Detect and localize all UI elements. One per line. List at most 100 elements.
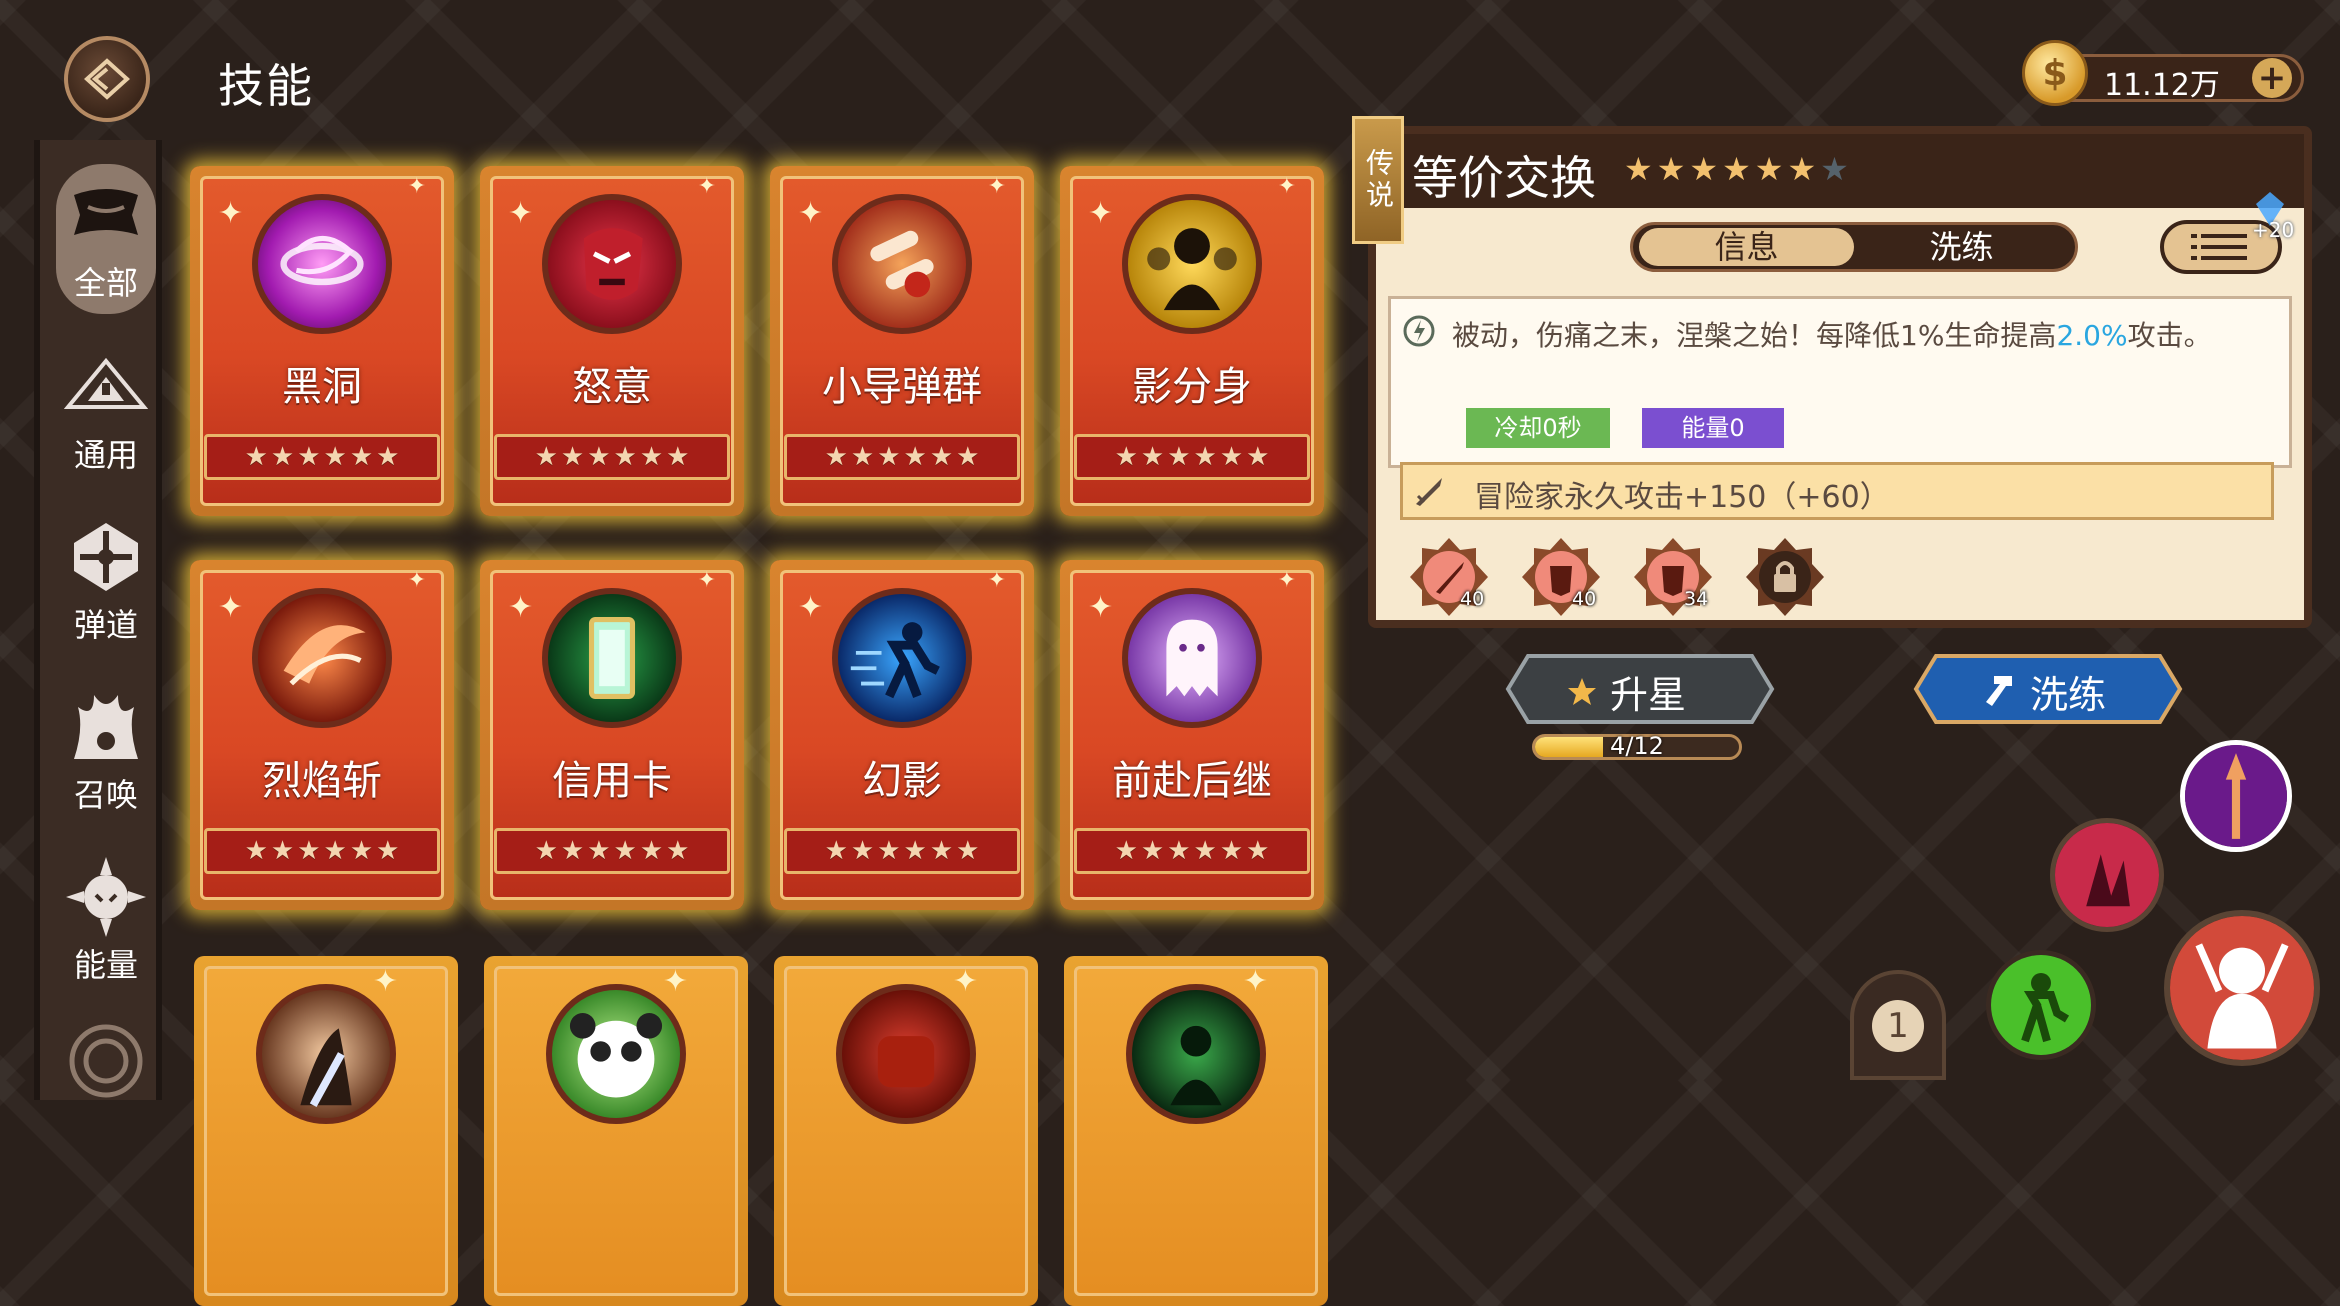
credit-card-icon [542,588,682,728]
skill-stars: ★ ★ ★ ★ ★ ★ [1074,828,1310,874]
projectile-icon [63,514,149,600]
lock-icon [1746,538,1824,616]
ability-orb-claw[interactable] [2050,818,2164,932]
sparkle-icon: ✦ [218,590,244,625]
skill-card[interactable]: ✦ [1064,956,1328,1306]
skill-name: 前赴后继 [1112,758,1272,804]
poison-figure-icon [1126,984,1266,1124]
skill-stars: ★ ★ ★ ★ ★ ★ [494,434,730,480]
rarity-tag: 传说 [1352,116,1404,244]
sidebar-item-label: 通用 [73,436,138,474]
skill-name: 怒意 [572,364,652,410]
skill-card[interactable]: ✦ [194,956,458,1306]
page-title: 技能 [218,59,314,113]
sidebar-item-projectile[interactable]: 弹道 [56,506,156,656]
skill-detail-title: 等价交换 [1412,151,1596,205]
skill-stars: ★ ★ ★ ★ ★ ★ [784,828,1020,874]
summon-icon [63,684,149,770]
skill-stars: ★ ★ ★ ★ ★ ★ [204,828,440,874]
black-hole-icon [252,194,392,334]
sidebar-item-all[interactable]: 全部 [56,164,156,314]
rune-level: 40 [1460,588,1485,610]
upstar-label: 升星 [1610,673,1687,717]
list-icon [2191,234,2247,260]
sparkle-icon: ✦ [798,590,824,625]
currency-amount: 11.12万 [2104,68,2220,103]
coin-icon: $ [2022,40,2088,106]
ghost-icon [1122,588,1262,728]
sparkle-icon: ✦ [987,568,1006,593]
skill-card[interactable]: ✦ ✦ 前赴后继 ★ ★ ★ ★ ★ ★ [1060,560,1324,910]
spiral-icon [63,1018,149,1104]
skill-name: 影分身 [1132,364,1252,410]
list-badge: +20 [2252,218,2295,242]
skill-card[interactable]: ✦ ✦ 黑洞 ★ ★ ★ ★ ★ ★ [190,166,454,516]
rune-slot[interactable]: 40 [1520,536,1602,618]
sidebar-item-more[interactable] [56,1010,156,1160]
sparkle-icon: ✦ [218,196,244,231]
skill-card[interactable]: ✦ [484,956,748,1306]
sparkle-icon: ✦ [987,174,1006,199]
rune-slot[interactable]: 34 [1632,536,1714,618]
sidebar-item-general[interactable]: 通用 [56,336,156,486]
energy-tag: 能量0 [1642,408,1784,448]
sidebar-item-summon[interactable]: 召唤 [56,676,156,826]
sidebar-item-label: 召唤 [73,776,138,814]
warrior-icon [2170,916,2314,1060]
skill-stars: ★ ★ ★ ★ ★ ★ [784,434,1020,480]
skill-name: 幻影 [862,758,942,804]
skill-name: 信用卡 [552,758,672,804]
skill-card[interactable]: ✦ ✦ 小导弹群 ★ ★ ★ ★ ★ ★ [770,166,1034,516]
skill-card[interactable]: ✦ ✦ 信用卡 ★ ★ ★ ★ ★ ★ [480,560,744,910]
rune-level: 40 [1572,588,1597,610]
sidebar-item-label: 能量 [73,946,138,984]
swordsman-icon [256,984,396,1124]
skill-stars: ★ ★ ★ ★ ★ ★ [1074,434,1310,480]
sparkle-icon: ✦ [697,174,716,199]
skill-name: 黑洞 [282,364,362,410]
ultimate-button[interactable] [2164,910,2320,1066]
add-currency-button[interactable]: + [2252,58,2292,98]
sparkle-icon: ✦ [407,568,426,593]
energy-icon [63,854,149,940]
flame-slash-icon [252,588,392,728]
sparkle-icon: ✦ [508,590,534,625]
sparkle-icon: ✦ [1277,174,1296,199]
sparkle-icon: ✦ [1277,568,1296,593]
ability-orb-runner[interactable] [1986,950,2096,1060]
all-skills-icon [63,172,149,258]
sparkle-icon: ✦ [1242,964,1268,999]
skill-name: 小导弹群 [822,364,982,410]
sparkle-icon: ✦ [372,964,398,999]
sidebar-item-label: 弹道 [73,606,138,644]
sparkle-icon: ✦ [407,174,426,199]
sword-icon [1416,478,1442,506]
rune-slot[interactable]: 40 [1408,536,1490,618]
passive-icon [1403,315,1435,347]
back-arrow-icon [84,58,130,100]
back-button[interactable] [64,36,150,122]
skill-card[interactable]: ✦ ✦ 幻影 ★ ★ ★ ★ ★ ★ [770,560,1034,910]
rune-slot-locked[interactable] [1744,536,1826,618]
rage-icon [542,194,682,334]
tab-refine[interactable]: 洗练 [1854,228,2069,266]
spear-icon [2185,745,2287,847]
skill-card[interactable]: ✦ ✦ 怒意 ★ ★ ★ ★ ★ ★ [480,166,744,516]
detail-tabs: 信息 洗练 [1630,222,2078,272]
rune-level: 34 [1684,588,1709,610]
refine-label: 洗练 [2030,673,2107,717]
tab-info[interactable]: 信息 [1639,228,1854,266]
sparkle-icon: ✦ [508,196,534,231]
skill-card[interactable]: ✦ ✦ 烈焰斩 ★ ★ ★ ★ ★ ★ [190,560,454,910]
description-value: 2.0% [2056,319,2128,352]
page-number[interactable]: 1 [1872,1000,1924,1052]
skill-card[interactable]: ✦ [774,956,1038,1306]
ability-orb-spear[interactable] [2180,740,2292,852]
skill-card[interactable]: ✦ ✦ 影分身 ★ ★ ★ ★ ★ ★ [1060,166,1324,516]
runner-icon [1991,955,2091,1055]
general-icon [63,344,149,430]
sidebar-item-label: 全部 [73,264,138,302]
missiles-icon [832,194,972,334]
sidebar-item-energy[interactable]: 能量 [56,846,156,996]
sparkle-icon: ✦ [798,196,824,231]
